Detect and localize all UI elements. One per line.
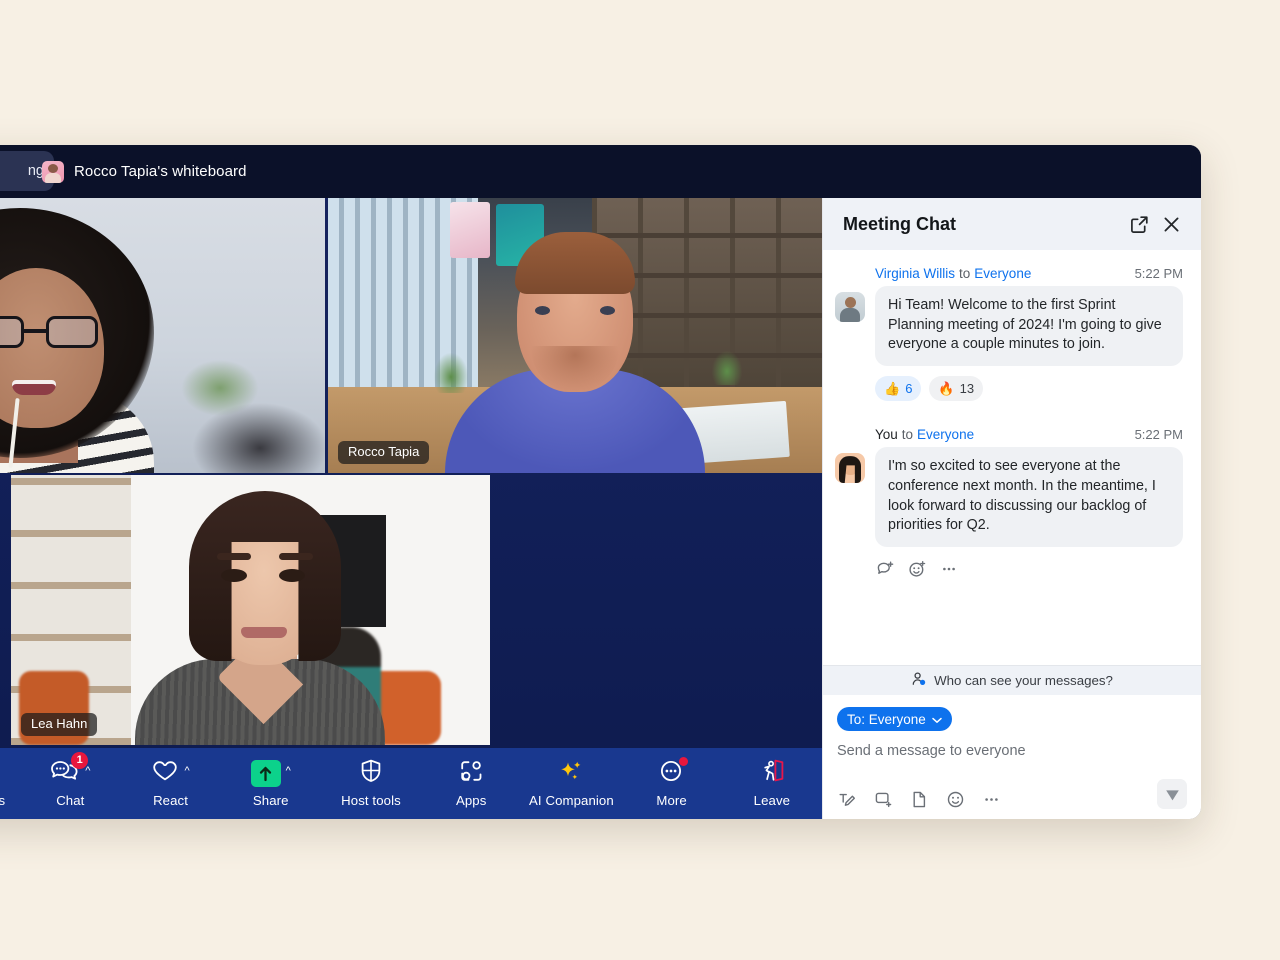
toolbar-label-more: More bbox=[656, 793, 686, 808]
send-icon[interactable] bbox=[1157, 779, 1187, 809]
chat-privacy-label: Who can see your messages? bbox=[934, 673, 1113, 688]
video-tile[interactable] bbox=[0, 198, 325, 473]
chat-message-meta: Virginia Willis to Everyone 5:22 PM bbox=[875, 266, 1183, 281]
chat-icon: 1 bbox=[50, 759, 80, 788]
participant-video-feed bbox=[328, 198, 822, 473]
window-body: Rocco Tapia bbox=[0, 198, 1201, 819]
chat-message-to-word: to bbox=[959, 266, 970, 281]
toolbar-label-ai-companion: AI Companion bbox=[529, 793, 614, 808]
toolbar-button-ai-companion[interactable]: AI Companion bbox=[521, 759, 621, 808]
toolbar-button-share[interactable]: ^ Share bbox=[221, 759, 321, 808]
chevron-down-icon bbox=[932, 712, 942, 727]
more-dots-icon bbox=[659, 759, 685, 788]
heart-icon bbox=[151, 759, 179, 788]
toolbar-button-host-tools[interactable]: Host tools bbox=[321, 759, 421, 808]
reaction-chip[interactable]: 🔥 13 bbox=[929, 376, 983, 401]
window-titlebar: ng Rocco Tapia's whiteboard bbox=[0, 145, 1201, 198]
participant-name-badge: Rocco Tapia bbox=[338, 441, 429, 464]
more-notification-dot bbox=[679, 757, 688, 766]
chat-privacy-bar[interactable]: Who can see your messages? bbox=[823, 665, 1201, 695]
user-avatar-icon bbox=[42, 161, 64, 183]
chat-recipient-label: To: Everyone bbox=[847, 712, 926, 727]
shield-icon bbox=[359, 758, 383, 788]
chat-composer-tools bbox=[837, 789, 1187, 809]
chat-message-actions bbox=[875, 559, 1183, 578]
toolbar-button-more[interactable]: More bbox=[622, 759, 722, 808]
who-can-see-icon bbox=[911, 671, 927, 690]
toolbar-label-participants: Participants bbox=[0, 793, 5, 808]
toolbar-button-leave[interactable]: Leave bbox=[722, 759, 822, 808]
tab-whiteboard[interactable]: Rocco Tapia's whiteboard bbox=[42, 161, 247, 183]
reaction-count: 13 bbox=[960, 381, 974, 396]
participant-name-badge: Lea Hahn bbox=[21, 713, 97, 736]
file-icon[interactable] bbox=[909, 789, 929, 809]
chat-message-text: Hi Team! Welcome to the first Sprint Pla… bbox=[875, 286, 1183, 366]
chat-message-reactions: 👍 6 🔥 13 bbox=[875, 376, 1183, 401]
chat-composer: To: Everyone Send a message to everyone bbox=[823, 695, 1201, 819]
toolbar-button-chat[interactable]: 1 ^ Chat bbox=[20, 759, 120, 808]
format-icon[interactable] bbox=[837, 789, 857, 809]
chevron-up-icon[interactable]: ^ bbox=[184, 766, 189, 777]
reaction-emoji: 👍 bbox=[884, 381, 900, 397]
chat-message-time: 5:22 PM bbox=[1135, 266, 1183, 281]
reaction-emoji: 🔥 bbox=[938, 381, 954, 397]
chat-recipient-selector[interactable]: To: Everyone bbox=[837, 707, 952, 731]
chat-message-time: 5:22 PM bbox=[1135, 427, 1183, 442]
participant-video-feed bbox=[0, 198, 325, 473]
add-reaction-icon[interactable] bbox=[907, 559, 926, 578]
participant-video-feed bbox=[11, 475, 490, 745]
chat-message-sender: You bbox=[875, 427, 898, 442]
chat-panel-title: Meeting Chat bbox=[843, 214, 1123, 235]
toolbar-button-apps[interactable]: Apps bbox=[421, 759, 521, 808]
apps-icon bbox=[459, 759, 484, 788]
avatar bbox=[835, 292, 865, 322]
external-link-icon[interactable] bbox=[1123, 208, 1155, 240]
chat-input[interactable]: Send a message to everyone bbox=[837, 743, 1187, 759]
more-icon[interactable] bbox=[981, 789, 1001, 809]
toolbar-button-react[interactable]: ^ React bbox=[120, 759, 220, 808]
reaction-chip[interactable]: 👍 6 bbox=[875, 376, 921, 401]
chat-panel-header: Meeting Chat bbox=[823, 198, 1201, 250]
video-stage: Rocco Tapia bbox=[0, 198, 822, 819]
toolbar-label-chat: Chat bbox=[56, 793, 84, 808]
chevron-up-icon[interactable]: ^ bbox=[286, 766, 291, 777]
chat-message-recipient[interactable]: Everyone bbox=[917, 427, 974, 442]
video-tile[interactable]: Lea Hahn bbox=[11, 475, 490, 745]
toolbar-label-leave: Leave bbox=[754, 793, 790, 808]
video-tile[interactable]: Rocco Tapia bbox=[328, 198, 822, 473]
screenshot-icon[interactable] bbox=[873, 789, 893, 809]
chat-message-text: I'm so excited to see everyone at the co… bbox=[875, 447, 1183, 547]
sparkles-icon bbox=[557, 759, 585, 788]
avatar bbox=[835, 453, 865, 483]
chevron-up-icon[interactable]: ^ bbox=[85, 766, 90, 777]
chat-message: Virginia Willis to Everyone 5:22 PM Hi T… bbox=[835, 266, 1183, 401]
toolbar-label-host-tools: Host tools bbox=[341, 793, 401, 808]
close-icon[interactable] bbox=[1155, 208, 1187, 240]
reaction-count: 6 bbox=[905, 381, 912, 396]
more-options-icon[interactable] bbox=[939, 559, 958, 578]
leave-door-icon bbox=[758, 758, 786, 788]
zoom-meeting-window: ng Rocco Tapia's whiteboard bbox=[0, 145, 1201, 819]
toolbar-label-share: Share bbox=[253, 793, 289, 808]
chat-message-meta: You to Everyone 5:22 PM bbox=[875, 427, 1183, 442]
toolbar-label-apps: Apps bbox=[456, 793, 486, 808]
toolbar-label-react: React bbox=[153, 793, 188, 808]
reply-icon[interactable] bbox=[875, 559, 894, 578]
emoji-icon[interactable] bbox=[945, 789, 965, 809]
share-screen-icon bbox=[251, 760, 281, 787]
chat-message-to-word: to bbox=[902, 427, 913, 442]
toolbar-button-participants[interactable]: 3 ^ Participants bbox=[0, 759, 20, 808]
tab-whiteboard-label: Rocco Tapia's whiteboard bbox=[74, 163, 247, 180]
meeting-chat-panel: Meeting Chat bbox=[822, 198, 1201, 819]
meeting-toolbar: 3 ^ Participants 1 bbox=[0, 748, 822, 819]
chat-message: You to Everyone 5:22 PM I'm so excited t… bbox=[835, 427, 1183, 578]
chat-message-recipient[interactable]: Everyone bbox=[974, 266, 1031, 281]
chat-message-sender[interactable]: Virginia Willis bbox=[875, 266, 955, 281]
chat-message-list[interactable]: Virginia Willis to Everyone 5:22 PM Hi T… bbox=[823, 250, 1201, 665]
